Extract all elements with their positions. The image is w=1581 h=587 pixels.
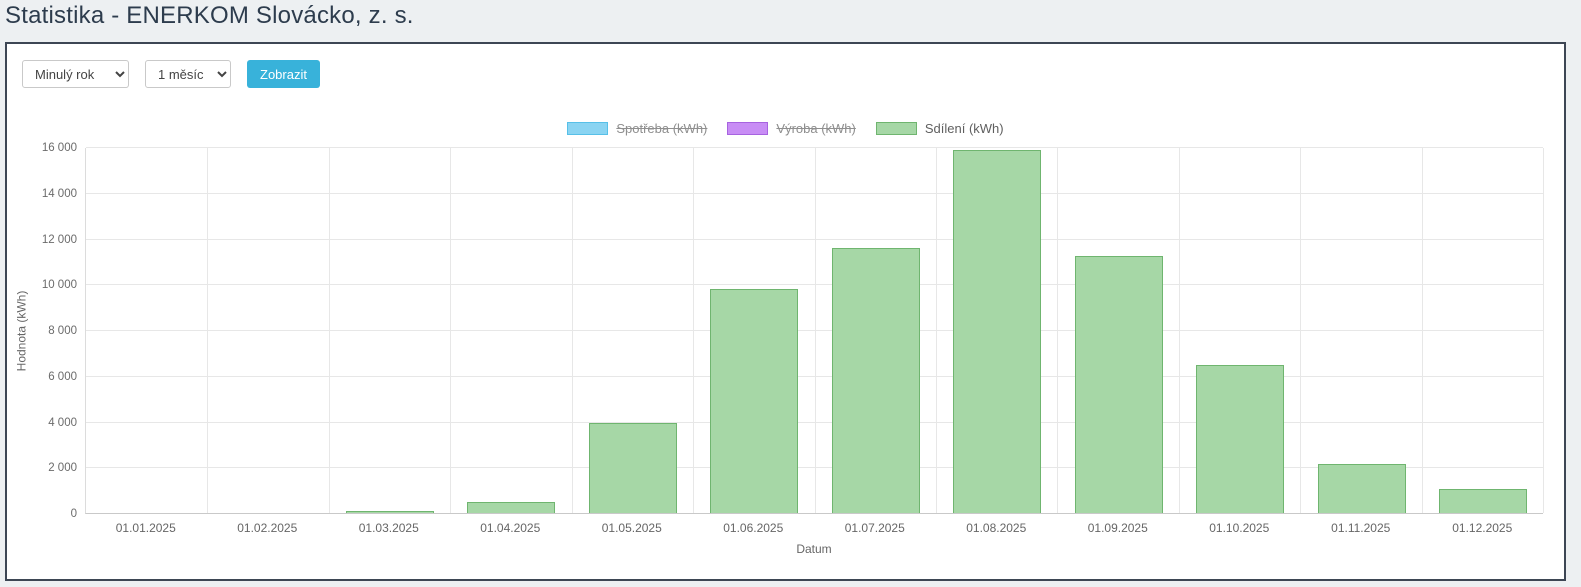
bar-01.12.2025[interactable]: [1439, 489, 1527, 513]
x-tick-label: 01.12.2025: [1452, 521, 1512, 535]
x-tick-label: 01.11.2025: [1331, 521, 1390, 535]
plot-area: [85, 148, 1543, 514]
chart-legend: Spotřeba (kWh) Výroba (kWh) Sdílení (kWh): [7, 120, 1564, 136]
legend-swatch: [727, 122, 768, 135]
vertical-gridline: [1543, 148, 1544, 513]
chart-controls: Minulý rok 1 měsíc Zobrazit: [22, 60, 1564, 88]
legend-item[interactable]: Sdílení (kWh): [876, 121, 1004, 136]
vertical-gridline: [1179, 148, 1180, 513]
y-axis-tick-labels: 02 0004 0006 0008 00010 00012 00014 0001…: [35, 148, 85, 514]
zobrazit-button[interactable]: Zobrazit: [247, 60, 320, 88]
y-tick-label: 16 000: [42, 142, 77, 154]
y-tick-label: 0: [71, 508, 77, 520]
legend-item[interactable]: Spotřeba (kWh): [567, 121, 707, 136]
legend-label: Výroba (kWh): [776, 121, 855, 136]
y-tick-label: 14 000: [42, 188, 77, 200]
x-axis-title: Datum: [85, 542, 1543, 556]
interval-select[interactable]: 1 měsíc: [145, 60, 231, 88]
vertical-gridline: [1300, 148, 1301, 513]
legend-label: Sdílení (kWh): [925, 121, 1004, 136]
x-tick-label: 01.02.2025: [237, 521, 297, 535]
x-tick-label: 01.06.2025: [723, 521, 783, 535]
vertical-gridline: [572, 148, 573, 513]
y-tick-label: 4 000: [48, 417, 77, 429]
bar-01.03.2025[interactable]: [346, 511, 434, 513]
y-axis-title-text: Hodnota (kWh): [14, 291, 28, 372]
x-tick-label: 01.09.2025: [1088, 521, 1148, 535]
x-tick-label: 01.08.2025: [966, 521, 1026, 535]
y-tick-label: 10 000: [42, 279, 77, 291]
bar-01.05.2025[interactable]: [589, 423, 677, 513]
vertical-gridline: [1057, 148, 1058, 513]
bar-chart: Hodnota (kWh) 0 2 000 4 000 6 000 8 000 10 00…: [7, 148, 1564, 556]
vertical-gridline: [693, 148, 694, 513]
x-tick-label: 01.04.2025: [480, 521, 540, 535]
y-tick-label: 2 000: [48, 462, 77, 474]
y-tick-label: 12 000: [42, 234, 77, 246]
vertical-gridline: [815, 148, 816, 513]
bar-01.09.2025[interactable]: [1075, 256, 1163, 513]
bar-01.06.2025[interactable]: [710, 289, 798, 513]
vertical-gridline: [1422, 148, 1423, 513]
bar-01.07.2025[interactable]: [832, 248, 920, 513]
statistics-card: Minulý rok 1 měsíc Zobrazit Spotřeba (kW…: [5, 42, 1566, 581]
bar-01.11.2025[interactable]: [1318, 464, 1406, 513]
x-tick-label: 01.07.2025: [845, 521, 905, 535]
vertical-gridline: [329, 148, 330, 513]
x-tick-label: 01.03.2025: [359, 521, 419, 535]
y-tick-label: 8 000: [48, 325, 77, 337]
y-axis-title: Hodnota (kWh): [7, 148, 35, 514]
vertical-gridline: [207, 148, 208, 513]
page-title: Statistika - ENERKOM Slovácko, z. s.: [0, 0, 1581, 30]
bar-01.08.2025[interactable]: [953, 150, 1041, 513]
period-select[interactable]: Minulý rok: [22, 60, 129, 88]
legend-swatch: [567, 122, 608, 135]
vertical-gridline: [450, 148, 451, 513]
bar-01.10.2025[interactable]: [1196, 365, 1284, 513]
x-axis-tick-labels: 01.01.2025 01.02.2025 01.03.2025 01.04.2025…: [85, 521, 1543, 536]
x-tick-label: 01.05.2025: [602, 521, 662, 535]
legend-label: Spotřeba (kWh): [616, 121, 707, 136]
bar-01.04.2025[interactable]: [467, 502, 555, 513]
y-tick-label: 6 000: [48, 371, 77, 383]
x-tick-label: 01.10.2025: [1209, 521, 1269, 535]
x-tick-label: 01.01.2025: [116, 521, 176, 535]
vertical-gridline: [936, 148, 937, 513]
legend-item[interactable]: Výroba (kWh): [727, 121, 855, 136]
legend-swatch: [876, 122, 917, 135]
